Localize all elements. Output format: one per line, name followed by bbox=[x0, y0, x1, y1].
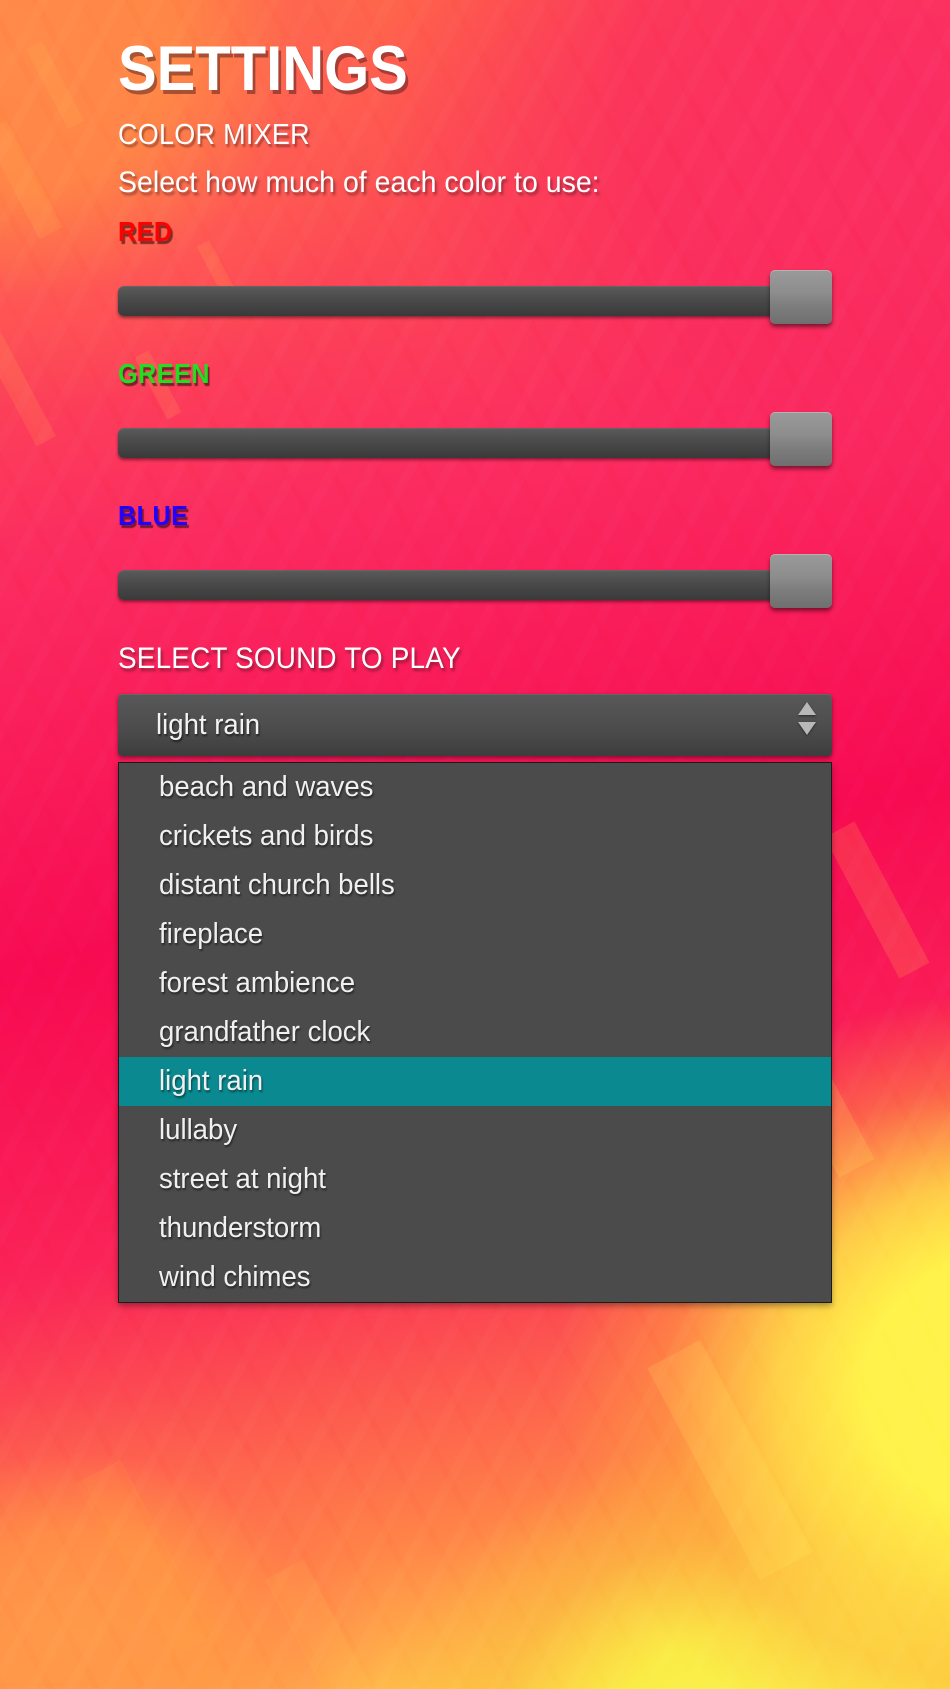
list-item[interactable]: fireplace bbox=[119, 910, 831, 959]
option-label: light rain bbox=[159, 1065, 264, 1097]
list-item[interactable]: crickets and birds bbox=[119, 812, 831, 861]
list-item[interactable]: beach and waves bbox=[119, 763, 831, 812]
slider-thumb-red[interactable] bbox=[770, 270, 832, 324]
option-label: wind chimes bbox=[159, 1261, 311, 1293]
color-channel-red: RED bbox=[118, 216, 832, 324]
sound-select-value: light rain bbox=[156, 708, 261, 741]
list-item[interactable]: distant church bells bbox=[119, 861, 831, 910]
color-channel-blue: BLUE bbox=[118, 500, 832, 608]
slider-track-green[interactable] bbox=[118, 428, 828, 458]
option-label: distant church bells bbox=[159, 869, 395, 901]
list-item[interactable]: forest ambience bbox=[119, 959, 831, 1008]
option-label: crickets and birds bbox=[159, 820, 374, 852]
slider-track-red[interactable] bbox=[118, 286, 828, 316]
sound-select-spinner[interactable] bbox=[798, 702, 816, 735]
option-label: thunderstorm bbox=[159, 1212, 322, 1244]
page-title: SETTINGS bbox=[118, 34, 408, 104]
channel-label-red: RED bbox=[118, 216, 173, 247]
slider-thumb-blue[interactable] bbox=[770, 554, 832, 608]
triangle-up-icon[interactable] bbox=[798, 702, 816, 715]
channel-label-green: GREEN bbox=[118, 358, 210, 389]
sound-section-label: SELECT SOUND TO PLAY bbox=[118, 642, 461, 675]
option-label: lullaby bbox=[159, 1114, 238, 1146]
list-item[interactable]: thunderstorm bbox=[119, 1204, 831, 1253]
section-subtitle: COLOR MIXER bbox=[118, 119, 310, 151]
slider-thumb-green[interactable] bbox=[770, 412, 832, 466]
channel-label-blue: BLUE bbox=[118, 500, 189, 531]
option-label: street at night bbox=[159, 1163, 326, 1195]
slider-track-blue[interactable] bbox=[118, 570, 828, 600]
option-label: beach and waves bbox=[159, 771, 374, 803]
option-label: forest ambience bbox=[159, 967, 356, 999]
settings-screen: SETTINGS COLOR MIXER Select how much of … bbox=[0, 0, 950, 1303]
option-label: grandfather clock bbox=[159, 1016, 371, 1048]
list-item[interactable]: street at night bbox=[119, 1155, 831, 1204]
triangle-down-icon[interactable] bbox=[798, 722, 816, 735]
slider-green[interactable] bbox=[118, 412, 832, 466]
list-item[interactable]: lullaby bbox=[119, 1106, 831, 1155]
option-label: fireplace bbox=[159, 918, 264, 950]
sound-option-list[interactable]: beach and waves crickets and birds dista… bbox=[118, 762, 832, 1303]
color-channel-green: GREEN bbox=[118, 358, 832, 466]
slider-red[interactable] bbox=[118, 270, 832, 324]
list-item-selected[interactable]: light rain bbox=[119, 1057, 831, 1106]
sound-select-box[interactable]: light rain bbox=[118, 694, 832, 756]
slider-blue[interactable] bbox=[118, 554, 832, 608]
mixer-instruction: Select how much of each color to use: bbox=[118, 166, 600, 199]
list-item[interactable]: wind chimes bbox=[119, 1253, 831, 1302]
list-item[interactable]: grandfather clock bbox=[119, 1008, 831, 1057]
